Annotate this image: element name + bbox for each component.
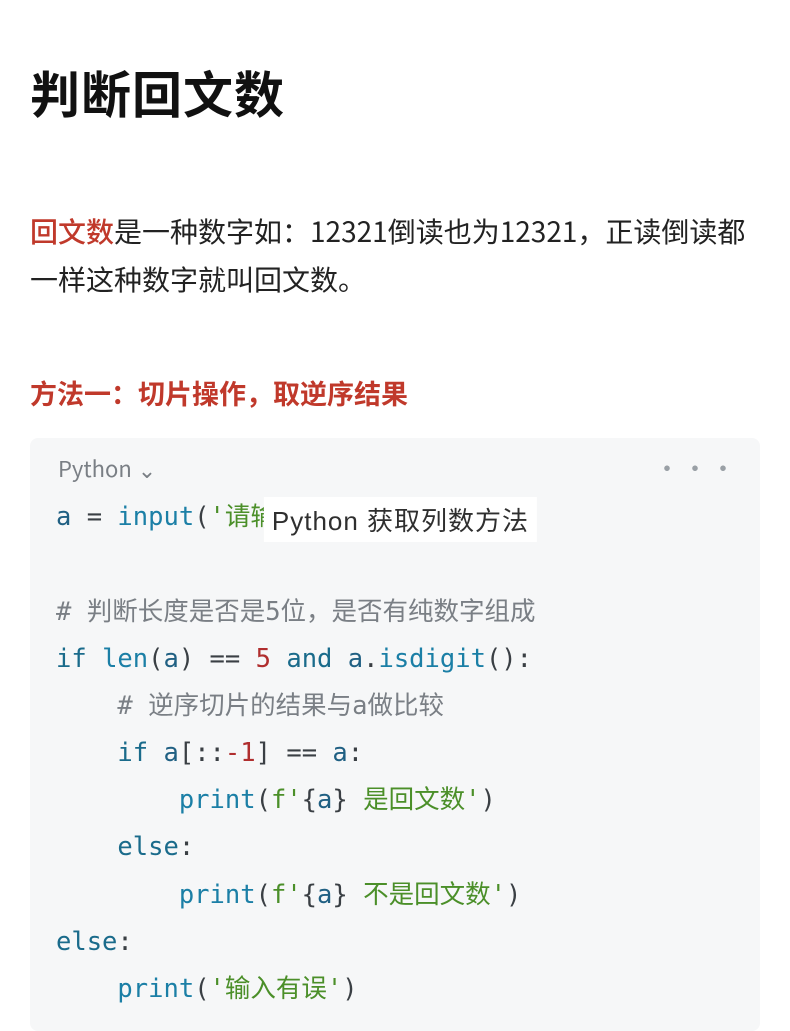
language-label: Python xyxy=(58,452,132,484)
code-content: a = input('请输入一个五位数：') # 判断长度是否是5位，是否有纯数… xyxy=(30,490,760,1031)
code-header: Python ⌄ ••• xyxy=(30,438,760,490)
palindrome-description: 回文数是一种数字如：12321倒读也为12321，正读倒读都一样这种数字就叫回文… xyxy=(30,208,760,303)
language-dropdown[interactable]: Python ⌄ xyxy=(58,452,156,484)
overlay-text: Python 获取列数方法 xyxy=(264,497,537,542)
method-heading: 方法一：切片操作，取逆序结果 xyxy=(30,373,760,412)
page-title: 判断回文数 xyxy=(30,56,760,128)
term-keyword: 回文数 xyxy=(30,211,114,251)
chevron-down-icon: ⌄ xyxy=(138,453,156,485)
term-rest: 是一种数字如：12321倒读也为12321，正读倒读都一样这种数字就叫回文数。 xyxy=(30,211,745,299)
more-icon[interactable]: ••• xyxy=(654,460,740,476)
